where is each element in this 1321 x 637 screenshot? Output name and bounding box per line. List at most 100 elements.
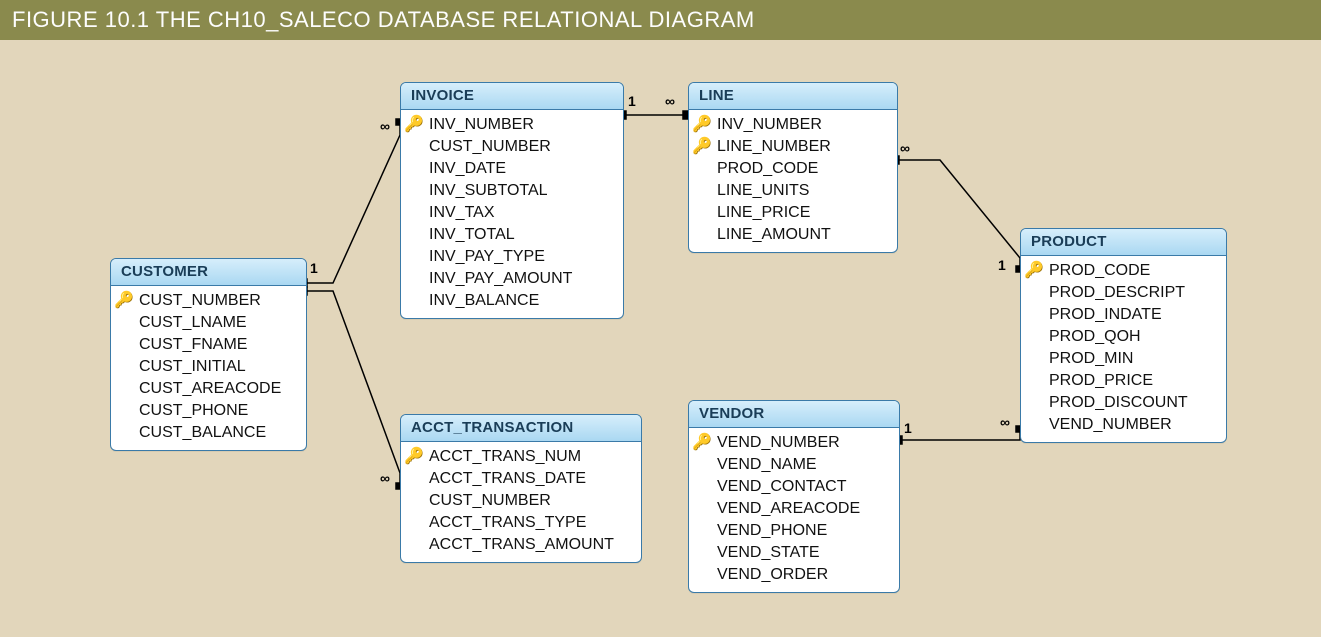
- key-icon: 🔑: [117, 290, 131, 312]
- attr-product-1: PROD_DESCRIPT: [1027, 282, 1218, 304]
- attr-invoice-3: INV_SUBTOTAL: [407, 180, 615, 202]
- attr-invoice-7: INV_PAY_AMOUNT: [407, 268, 615, 290]
- attr-label: CUST_FNAME: [137, 334, 247, 356]
- attr-label: INV_TOTAL: [427, 224, 515, 246]
- attr-label: VEND_NUMBER: [1047, 414, 1172, 436]
- attr-label: CUST_PHONE: [137, 400, 248, 422]
- attr-label: VEND_NUMBER: [715, 432, 840, 454]
- attr-label: VEND_STATE: [715, 542, 820, 564]
- entity-acct-transaction-header: ACCT_TRANSACTION: [401, 415, 641, 442]
- attr-line-0: 🔑 INV_NUMBER: [695, 114, 889, 136]
- entity-line: LINE 🔑INV_NUMBER🔑LINE_NUMBERPROD_CODELIN…: [688, 82, 898, 253]
- attr-label: ACCT_TRANS_DATE: [427, 468, 586, 490]
- card-customer-side: 1: [310, 260, 318, 276]
- card-line-product-1: 1: [998, 257, 1006, 273]
- key-icon: 🔑: [407, 114, 421, 136]
- attr-label: CUST_LNAME: [137, 312, 247, 334]
- key-icon: 🔑: [695, 114, 709, 136]
- attr-product-5: PROD_PRICE: [1027, 370, 1218, 392]
- card-vendor-product-many: ∞: [1000, 414, 1010, 430]
- entity-product-body: 🔑 PROD_CODEPROD_DESCRIPTPROD_INDATEPROD_Q…: [1021, 256, 1226, 442]
- figure-title: FIGURE 10.1 THE CH10_SALECO DATABASE REL…: [0, 0, 1321, 40]
- attr-vendor-4: VEND_PHONE: [695, 520, 891, 542]
- attr-invoice-4: INV_TAX: [407, 202, 615, 224]
- entity-invoice: INVOICE 🔑INV_NUMBERCUST_NUMBERINV_DATEIN…: [400, 82, 624, 319]
- attr-invoice-5: INV_TOTAL: [407, 224, 615, 246]
- attr-product-0: 🔑 PROD_CODE: [1027, 260, 1218, 282]
- attr-label: INV_PAY_AMOUNT: [427, 268, 572, 290]
- attr-acct_transaction-3: ACCT_TRANS_TYPE: [407, 512, 633, 534]
- attr-label: PROD_CODE: [1047, 260, 1150, 282]
- entity-line-header: LINE: [689, 83, 897, 110]
- card-invoice-line-1: 1: [628, 93, 636, 109]
- attr-label: INV_SUBTOTAL: [427, 180, 548, 202]
- attr-label: LINE_AMOUNT: [715, 224, 831, 246]
- attr-label: PROD_CODE: [715, 158, 818, 180]
- attr-customer-0: 🔑 CUST_NUMBER: [117, 290, 298, 312]
- key-icon: 🔑: [1027, 260, 1041, 282]
- entity-customer: CUSTOMER 🔑 CUST_NUMBERCUST_LNAMECUST_FNAM…: [110, 258, 307, 451]
- attr-label: VEND_PHONE: [715, 520, 827, 542]
- attr-customer-2: CUST_FNAME: [117, 334, 298, 356]
- entity-acct-transaction: ACCT_TRANSACTION 🔑ACCT_TRANS_NUMACCT_TRA…: [400, 414, 642, 563]
- entity-vendor: VENDOR 🔑 VEND_NUMBERVEND_NAMEVEND_CONTACT…: [688, 400, 900, 593]
- attr-label: PROD_DESCRIPT: [1047, 282, 1185, 304]
- figure-container: FIGURE 10.1 THE CH10_SALECO DATABASE REL…: [0, 0, 1321, 637]
- attr-customer-1: CUST_LNAME: [117, 312, 298, 334]
- attr-label: VEND_ORDER: [715, 564, 828, 586]
- attr-label: LINE_UNITS: [715, 180, 809, 202]
- attr-label: INV_BALANCE: [427, 290, 539, 312]
- attr-label: INV_DATE: [427, 158, 506, 180]
- entity-customer-header: CUSTOMER: [111, 259, 306, 286]
- attr-customer-5: CUST_PHONE: [117, 400, 298, 422]
- attr-label: PROD_INDATE: [1047, 304, 1162, 326]
- entity-vendor-body: 🔑 VEND_NUMBERVEND_NAMEVEND_CONTACTVEND_AR…: [689, 428, 899, 592]
- attr-label: VEND_CONTACT: [715, 476, 847, 498]
- attr-label: VEND_AREACODE: [715, 498, 860, 520]
- attr-invoice-6: INV_PAY_TYPE: [407, 246, 615, 268]
- attr-label: CUST_INITIAL: [137, 356, 246, 378]
- attr-line-4: LINE_PRICE: [695, 202, 889, 224]
- attr-line-1: 🔑LINE_NUMBER: [695, 136, 889, 158]
- key-icon: 🔑: [695, 432, 709, 454]
- attr-label: ACCT_TRANS_NUM: [427, 446, 581, 468]
- entity-vendor-header: VENDOR: [689, 401, 899, 428]
- attr-label: CUST_NUMBER: [427, 136, 551, 158]
- attr-invoice-2: INV_DATE: [407, 158, 615, 180]
- attr-label: CUST_BALANCE: [137, 422, 266, 444]
- attr-line-5: LINE_AMOUNT: [695, 224, 889, 246]
- attr-label: CUST_NUMBER: [137, 290, 261, 312]
- card-line-product-many: ∞: [900, 140, 910, 156]
- attr-customer-3: CUST_INITIAL: [117, 356, 298, 378]
- attr-invoice-8: INV_BALANCE: [407, 290, 615, 312]
- attr-product-7: VEND_NUMBER: [1027, 414, 1218, 436]
- attr-label: CUST_AREACODE: [137, 378, 281, 400]
- attr-vendor-3: VEND_AREACODE: [695, 498, 891, 520]
- attr-label: ACCT_TRANS_AMOUNT: [427, 534, 614, 556]
- attr-label: PROD_DISCOUNT: [1047, 392, 1188, 414]
- entity-customer-body: 🔑 CUST_NUMBERCUST_LNAMECUST_FNAMECUST_INI…: [111, 286, 306, 450]
- attr-label: CUST_NUMBER: [427, 490, 551, 512]
- card-vendor-product-1: 1: [904, 420, 912, 436]
- entity-acct-transaction-body: 🔑ACCT_TRANS_NUMACCT_TRANS_DATECUST_NUMBE…: [401, 442, 641, 562]
- attr-product-6: PROD_DISCOUNT: [1027, 392, 1218, 414]
- entity-invoice-body: 🔑 INV_NUMBERCUST_NUMBERINV_DATEINV_SUBTOT…: [401, 110, 623, 318]
- attr-vendor-0: 🔑 VEND_NUMBER: [695, 432, 891, 454]
- attr-line-2: PROD_CODE: [695, 158, 889, 180]
- attr-label: PROD_QOH: [1047, 326, 1141, 348]
- attr-label: LINE_PRICE: [715, 202, 810, 224]
- attr-label: INV_NUMBER: [715, 114, 822, 136]
- entity-product-header: PRODUCT: [1021, 229, 1226, 256]
- attr-line-3: LINE_UNITS: [695, 180, 889, 202]
- attr-customer-6: CUST_BALANCE: [117, 422, 298, 444]
- attr-label: PROD_MIN: [1047, 348, 1133, 370]
- attr-vendor-2: VEND_CONTACT: [695, 476, 891, 498]
- attr-acct_transaction-4: ACCT_TRANS_AMOUNT: [407, 534, 633, 556]
- attr-label: INV_NUMBER: [427, 114, 534, 136]
- card-acct-side: ∞: [380, 470, 390, 486]
- attr-label: LINE_NUMBER: [715, 136, 831, 158]
- attr-vendor-1: VEND_NAME: [695, 454, 891, 476]
- card-invoice-line-many: ∞: [665, 93, 675, 109]
- attr-label: PROD_PRICE: [1047, 370, 1153, 392]
- attr-product-3: PROD_QOH: [1027, 326, 1218, 348]
